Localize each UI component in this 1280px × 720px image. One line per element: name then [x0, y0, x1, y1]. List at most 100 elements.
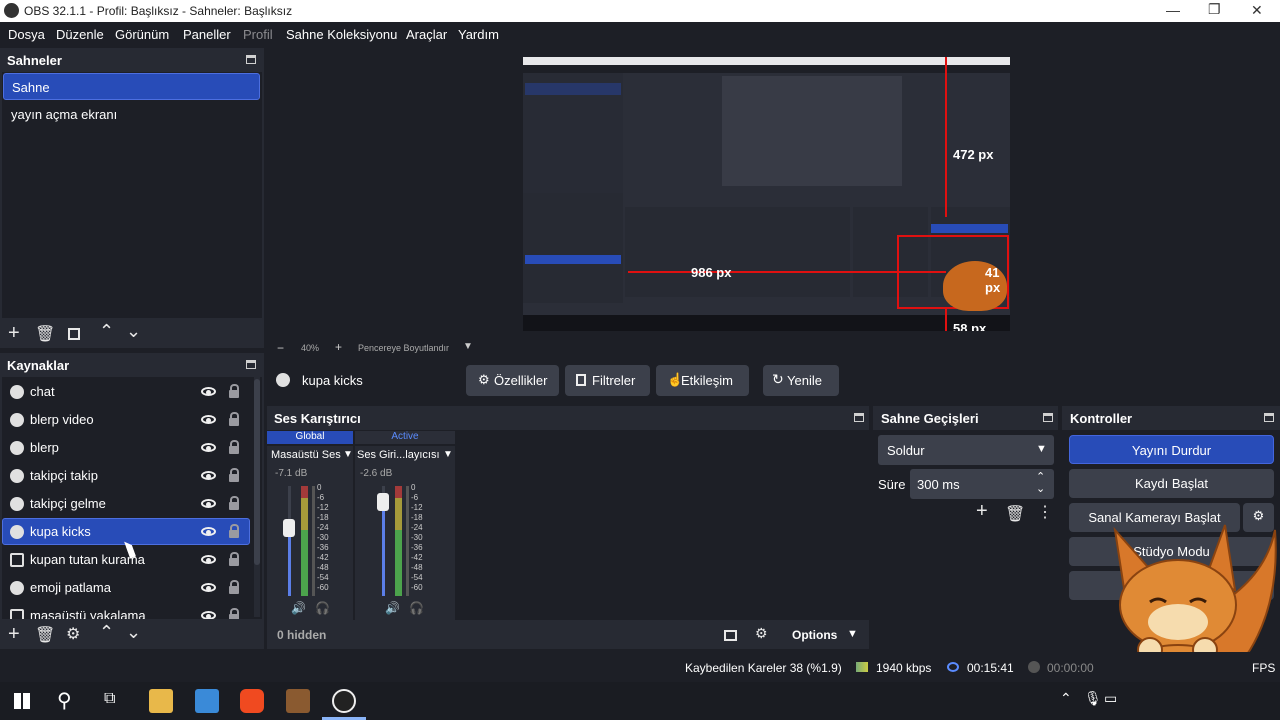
zoom-dropdown-icon[interactable]: ▼	[463, 341, 473, 352]
menu-sahne-koleksiyonu[interactable]: Sahne Koleksiyonu	[286, 27, 397, 42]
menu-yardim[interactable]: Yardım	[458, 27, 499, 42]
source-item[interactable]: blerp	[2, 434, 252, 461]
chevron-down-icon[interactable]: ⌄	[126, 622, 141, 643]
chevron-up-icon[interactable]: ⌃	[99, 321, 114, 342]
app-icon[interactable]	[195, 689, 219, 713]
lock-icon[interactable]	[229, 384, 239, 398]
minimize-icon[interactable]: —	[1166, 2, 1180, 18]
scene-item[interactable]: yayın açma ekranı	[3, 101, 260, 128]
add-icon[interactable]: +	[8, 623, 20, 646]
refresh-button[interactable]: ↻ Yenile	[763, 365, 839, 396]
speaker-icon[interactable]: 🔊	[385, 601, 400, 615]
undock-icon[interactable]	[246, 55, 256, 64]
gear-icon[interactable]: ⚙	[755, 625, 768, 642]
eye-icon[interactable]	[201, 583, 216, 592]
duration-field[interactable]: 300 ms ⌃ ⌄	[910, 469, 1054, 499]
channel-menu-icon[interactable]: ▼	[343, 449, 353, 460]
speaker-icon[interactable]: 🔊	[291, 601, 306, 615]
undock-icon[interactable]	[854, 413, 864, 422]
source-item[interactable]: emoji patlama	[2, 574, 252, 601]
eye-icon[interactable]	[201, 555, 216, 564]
add-icon[interactable]: +	[8, 322, 20, 345]
task-view-icon[interactable]: ⧉	[104, 690, 115, 708]
source-item[interactable]: blerp video	[2, 406, 252, 433]
lock-icon[interactable]	[229, 412, 239, 426]
scrollbar-thumb[interactable]	[254, 379, 260, 565]
canvas-stop-button	[931, 224, 1008, 233]
menu-paneller[interactable]: Paneller	[183, 27, 231, 42]
meter-tick-label: -48	[317, 563, 329, 572]
source-item[interactable]: masaüstü yakalama	[2, 602, 252, 619]
gear-icon[interactable]: ⚙	[66, 624, 80, 644]
menu-dosya[interactable]: Dosya	[8, 27, 45, 42]
trash-icon[interactable]: 🗑	[35, 324, 55, 344]
stop-stream-button[interactable]: Yayını Durdur	[1069, 435, 1274, 464]
battery-icon[interactable]: ▭	[1104, 690, 1117, 707]
lock-icon[interactable]	[229, 496, 239, 510]
more-icon[interactable]: ⋮	[1037, 502, 1053, 522]
close-icon[interactable]: ✕	[1251, 2, 1263, 19]
brave-browser-icon[interactable]	[240, 689, 264, 713]
undock-icon[interactable]	[246, 360, 256, 369]
menu-profil[interactable]: Profil	[243, 27, 273, 42]
eye-icon[interactable]	[201, 611, 216, 619]
properties-button[interactable]: ⚙ Özellikler	[466, 365, 559, 396]
lock-icon[interactable]	[229, 608, 239, 619]
trash-icon[interactable]: 🗑	[1005, 504, 1025, 524]
lock-icon[interactable]	[229, 440, 239, 454]
resize-to-window[interactable]: Pencereye Boyutlandır	[358, 343, 449, 353]
eye-icon[interactable]	[201, 415, 216, 424]
search-icon[interactable]: ⚲	[57, 688, 72, 713]
undock-icon[interactable]	[1043, 413, 1053, 422]
source-item[interactable]: takipçi gelme	[2, 490, 252, 517]
options-button[interactable]: Options	[792, 628, 837, 642]
transition-select[interactable]: Soldur ▼	[878, 435, 1054, 465]
source-item[interactable]: chat	[2, 378, 252, 405]
zoom-in-icon[interactable]: +	[335, 340, 342, 354]
chevron-up-icon[interactable]: ⌃	[1060, 690, 1072, 707]
options-dropdown-icon[interactable]: ▼	[847, 628, 858, 640]
lock-icon[interactable]	[229, 524, 239, 538]
file-explorer-icon[interactable]	[149, 689, 173, 713]
filter-icon[interactable]	[68, 328, 80, 340]
microphone-icon[interactable]: 🎙	[1084, 690, 1102, 707]
lock-icon[interactable]	[229, 580, 239, 594]
trash-icon[interactable]: 🗑	[35, 625, 55, 645]
zoom-out-icon[interactable]: −	[277, 341, 284, 355]
scene-item[interactable]: Sahne	[3, 73, 260, 100]
interact-button[interactable]: ☝ Etkileşim	[656, 365, 749, 396]
channel-menu-icon[interactable]: ▼	[443, 449, 453, 460]
app-icon[interactable]	[286, 689, 310, 713]
restore-icon[interactable]: ❐	[1208, 1, 1221, 18]
filters-button[interactable]: Filtreler	[565, 365, 650, 396]
menu-araclar[interactable]: Araçlar	[406, 27, 447, 42]
eye-icon[interactable]	[201, 387, 216, 396]
undock-icon[interactable]	[1264, 413, 1274, 422]
hidden-count: 0 hidden	[277, 628, 327, 642]
chevron-up-icon[interactable]: ⌃	[99, 622, 114, 643]
layout-icon[interactable]	[724, 630, 737, 641]
menu-gorunum[interactable]: Görünüm	[115, 27, 169, 42]
start-record-button[interactable]: Kaydı Başlat	[1069, 469, 1274, 498]
source-item[interactable]: takipçi takip	[2, 462, 252, 489]
volume-slider-handle[interactable]	[283, 519, 295, 537]
preview-canvas[interactable]: 472 px 986 px 41 px 58 px	[523, 57, 1010, 331]
preview-area[interactable]: 472 px 986 px 41 px 58 px	[270, 48, 1280, 338]
lock-icon[interactable]	[229, 468, 239, 482]
menu-duzenle[interactable]: Düzenle	[56, 27, 104, 42]
windows-start-icon[interactable]	[14, 693, 30, 709]
eye-icon[interactable]	[201, 443, 216, 452]
stepper-down-icon[interactable]: ⌄	[1036, 482, 1045, 495]
headphones-icon[interactable]: 🎧	[409, 601, 424, 615]
eye-icon[interactable]	[201, 499, 216, 508]
mixer-tab-active[interactable]: Active	[355, 431, 455, 444]
mixer-tab-global[interactable]: Global	[267, 431, 353, 444]
add-icon[interactable]: +	[976, 500, 988, 523]
headphones-icon[interactable]: 🎧	[315, 601, 330, 615]
eye-icon[interactable]	[201, 527, 216, 536]
volume-slider-handle[interactable]	[377, 493, 389, 511]
obs-taskbar-icon[interactable]	[332, 689, 356, 713]
eye-icon[interactable]	[201, 471, 216, 480]
lock-icon[interactable]	[229, 552, 239, 566]
chevron-down-icon[interactable]: ⌄	[126, 321, 141, 342]
